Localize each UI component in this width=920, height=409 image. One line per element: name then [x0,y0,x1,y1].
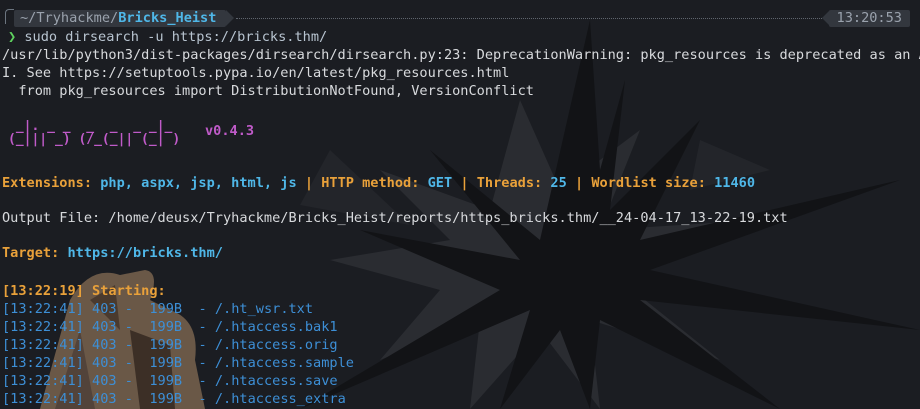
method-label: HTTP method: [321,175,420,191]
prompt-filler [236,18,824,19]
result-row: [13:22:41] 403 - 199B - /.htaccess.sampl… [2,355,354,371]
result-row: [13:22:41] 403 - 199B - /.htaccess_extra [2,391,346,407]
threads-value: 25 [550,175,567,191]
separator: | [460,175,469,191]
separator: | [304,175,314,191]
target-url: https://bricks.thm/ [67,245,223,261]
result-row: [13:22:41] 403 - 199B - /.htaccess.save [2,373,338,389]
prompt-path: ~/Tryhackme/Bricks_Heist [14,10,227,27]
logo-line: (_||| _) (/_(_|| (_| ) [8,132,181,147]
target-label: Target: [2,245,60,261]
result-status: 403 [92,319,117,335]
result-time: [13:22:41] [2,355,84,371]
command-line[interactable]: ❯ sudo dirsearch -u https://bricks.thm/ [8,28,327,46]
result-size: 199B [149,301,183,317]
result-status: 403 [92,301,117,317]
version-label: v0.4.3 [205,123,255,139]
target-line: Target: https://bricks.thm/ [2,244,223,262]
result-size: 199B [149,373,183,389]
result-path: /.ht_wsr.txt [214,301,314,317]
warning-line: from pkg_resources import DistributionNo… [2,83,534,99]
prompt-chevron-icon: ❯ [8,29,17,45]
result-status: 403 [92,373,117,389]
result-row: [13:22:41] 403 - 199B - /.htaccess.bak1 [2,319,338,335]
result-time: [13:22:41] [2,337,84,353]
result-row: [13:22:41] 403 - 199B - /.ht_wsr.txt [2,301,314,317]
starting-line: [13:22:19] Starting: [2,282,166,300]
dirsearch-logo: _|. _ _ _ _ _ _|_ (_||| _) (/_(_|| (_| ) [8,120,180,146]
result-time: [13:22:41] [2,373,84,389]
warning-line: /usr/lib/python3/dist-packages/dirsearch… [2,47,920,63]
wordlist-value: 11460 [714,175,756,191]
terminal-window[interactable]: ~/Tryhackme/Bricks_Heist 13:20:53 ❯ sudo… [0,0,920,409]
result-size: 199B [149,391,183,407]
result-path: /.htaccess.save [214,373,338,389]
prompt-frame [5,9,14,24]
result-path: /.htaccess.orig [214,337,338,353]
separator: | [574,175,584,191]
wordlist-label: Wordlist size: [591,175,706,191]
starting-label: Starting: [92,283,166,299]
result-path: /.htaccess.bak1 [214,319,338,335]
result-size: 199B [149,355,183,371]
result-path: /.htaccess_extra [214,391,346,407]
command-text: sudo dirsearch -u https://bricks.thm/ [24,29,328,45]
prompt-time: 13:20:53 [828,10,910,27]
path-prefix: ~/Tryhackme/ [20,10,119,26]
method-value: GET [427,175,453,191]
prompt-separator [226,10,234,26]
result-row: [13:22:41] 403 - 199B - /.htaccess.orig [2,337,338,353]
extensions-label: Extensions: [2,175,93,191]
starting-time: [13:22:19] [2,283,84,299]
warning-line: I. See https://setuptools.pypa.io/en/lat… [2,65,510,81]
result-time: [13:22:41] [2,319,84,335]
result-path: /.htaccess.sample [214,355,354,371]
result-time: [13:22:41] [2,391,84,407]
result-status: 403 [92,391,117,407]
result-size: 199B [149,319,183,335]
output-file-line: Output File: /home/deusx/Tryhackme/Brick… [2,210,788,226]
config-line: Extensions: php, aspx, jsp, html, js | H… [2,174,755,192]
result-status: 403 [92,355,117,371]
path-current-dir: Bricks_Heist [118,10,217,26]
threads-label: Threads: [476,175,543,191]
result-status: 403 [92,337,117,353]
extensions-value: php, aspx, jsp, html, js [100,175,297,191]
result-time: [13:22:41] [2,301,84,317]
result-size: 199B [149,337,183,353]
